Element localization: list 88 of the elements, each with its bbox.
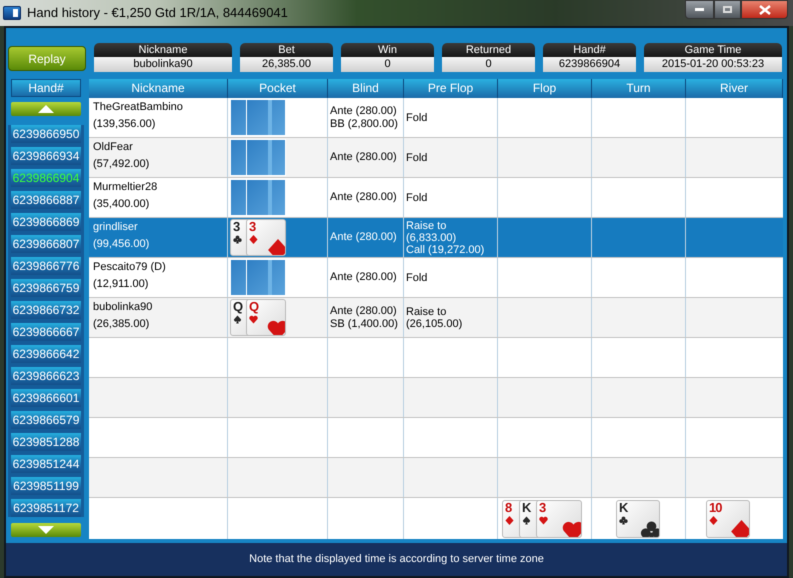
down-arrow-icon — [38, 526, 54, 534]
player-row[interactable]: OldFear (57,492.00) Ante (280.00) Fold — [89, 138, 783, 178]
hand-list-item[interactable]: 6239866667 — [11, 323, 81, 341]
hand-list-item[interactable]: 6239851244 — [11, 455, 81, 473]
close-button[interactable] — [741, 0, 788, 19]
action-text: Fold — [406, 112, 428, 124]
hand-list-item[interactable]: 6239866776 — [11, 257, 81, 275]
card-back — [246, 179, 286, 216]
maximize-button[interactable] — [714, 0, 741, 19]
hand-list-item[interactable]: 6239866732 — [11, 301, 81, 319]
summary-label: Hand# — [543, 43, 636, 57]
summary-label: Returned — [442, 43, 535, 57]
player-stack: (35,400.00) — [93, 198, 150, 211]
card-back — [246, 99, 286, 136]
scroll-down-button[interactable] — [11, 523, 81, 537]
blind-text: Ante (280.00) — [330, 271, 398, 284]
scroll-up-button[interactable] — [11, 102, 81, 116]
blind-text: Ante (280.00) — [330, 304, 398, 318]
summary-value: 0 — [442, 57, 535, 72]
player-row[interactable]: bubolinka90 (26,385.00) Q Q Ante (280.00) SB (1,400.00) Raise to (26,105.00) — [89, 298, 783, 338]
player-row[interactable]: Pescaito79 (D) (12,911.00) Ante (280.00) Fold — [89, 258, 783, 298]
action-text: Fold — [406, 152, 428, 164]
hand-list-item[interactable]: 6239851172 — [11, 499, 81, 517]
card-rank: K — [619, 500, 628, 514]
player-name: bubolinka90 — [93, 301, 154, 314]
card-back — [246, 139, 286, 176]
footer-note: Note that the displayed time is according to server time zone — [249, 552, 544, 568]
card-rank: Q — [233, 300, 242, 314]
summary-label: Game Time — [644, 43, 782, 57]
hand-list-item[interactable]: 6239866887 — [11, 191, 81, 209]
summary-value: 6239866904 — [543, 57, 636, 72]
summary-value: 26,385.00 — [240, 57, 333, 72]
blind-text: Ante (280.00) — [330, 191, 398, 204]
replay-button[interactable]: Replay — [8, 46, 86, 71]
summary-label: Win — [341, 43, 434, 57]
blind-text: SB (1,400.00) — [330, 318, 399, 330]
player-row[interactable]: Murmeltier28 (35,400.00) Ante (280.00) Fold — [89, 178, 783, 218]
card-rank: 8 — [505, 500, 512, 514]
summary-label: Bet — [240, 43, 333, 57]
card-rank: 3 — [249, 220, 256, 234]
summary-label: Nickname — [94, 43, 232, 57]
player-stack: (57,492.00) — [93, 158, 150, 171]
minimize-button[interactable] — [685, 0, 714, 19]
player-name: Pescaito79 (D) — [93, 261, 167, 274]
window-title: Hand history - €1,250 Gtd 1R/1A, 844469041 — [27, 4, 288, 22]
card-back — [246, 259, 286, 296]
hand-list-item[interactable]: 6239866623 — [11, 367, 81, 385]
hand-list-item[interactable]: 6239866642 — [11, 345, 81, 363]
player-name: OldFear — [93, 141, 134, 154]
player-row[interactable]: grindliser (99,456.00) 3 3 Ante (280.00) Raise to (6,833.00) Call (19,272.00) — [89, 218, 783, 258]
hand-list-item[interactable]: 6239866601 — [11, 389, 81, 407]
action-text: Raise to (6,833.00) — [406, 220, 458, 244]
summary-value: 2015-01-20 00:53:23 — [644, 57, 782, 72]
hand-list-item[interactable]: 6239851288 — [11, 433, 81, 451]
hand-list-item[interactable]: 6239866759 — [11, 279, 81, 297]
player-name: grindliser — [93, 221, 139, 234]
player-name: Murmeltier28 — [93, 181, 158, 194]
blind-text: Ante (280.00) — [330, 231, 398, 244]
blind-text: Ante (280.00) — [330, 104, 398, 118]
hand-list-item[interactable]: 6239866904 — [11, 169, 81, 187]
blind-text: Ante (280.00) — [330, 151, 398, 164]
card-rank: 10 — [709, 500, 722, 514]
hand-list-item[interactable]: 6239851199 — [11, 477, 81, 495]
hand-list-item[interactable]: 6239866579 — [11, 411, 81, 429]
summary-value: 0 — [341, 57, 434, 72]
card-rank: 3 — [233, 220, 240, 234]
summary-value: bubolinka90 — [94, 57, 232, 72]
card-rank: K — [522, 500, 530, 514]
card-rank: Q — [249, 300, 258, 314]
action-text: Call (19,272.00) — [406, 244, 486, 256]
hand-list-item[interactable]: 6239866807 — [11, 235, 81, 253]
hand-list-item[interactable]: 6239866950 — [11, 125, 81, 143]
card-rank: 3 — [539, 500, 546, 514]
action-text: Fold — [406, 272, 428, 284]
up-arrow-icon — [38, 105, 54, 113]
close-icon — [758, 4, 770, 14]
player-name: TheGreatBambino — [93, 101, 184, 114]
hand-list-item[interactable]: 6239866934 — [11, 147, 81, 165]
player-stack: (99,456.00) — [93, 238, 150, 251]
action-text: Fold — [406, 192, 428, 204]
player-stack: (139,356.00) — [93, 118, 156, 131]
hand-list-item[interactable]: 6239866869 — [11, 213, 81, 231]
action-text: Raise to (26,105.00) — [406, 306, 464, 330]
hand-list-header: Hand# — [11, 79, 81, 97]
blind-text: BB (2,800.00) — [330, 118, 399, 130]
app-icon — [3, 6, 21, 20]
player-stack: (26,385.00) — [93, 318, 150, 331]
player-stack: (12,911.00) — [93, 278, 150, 291]
